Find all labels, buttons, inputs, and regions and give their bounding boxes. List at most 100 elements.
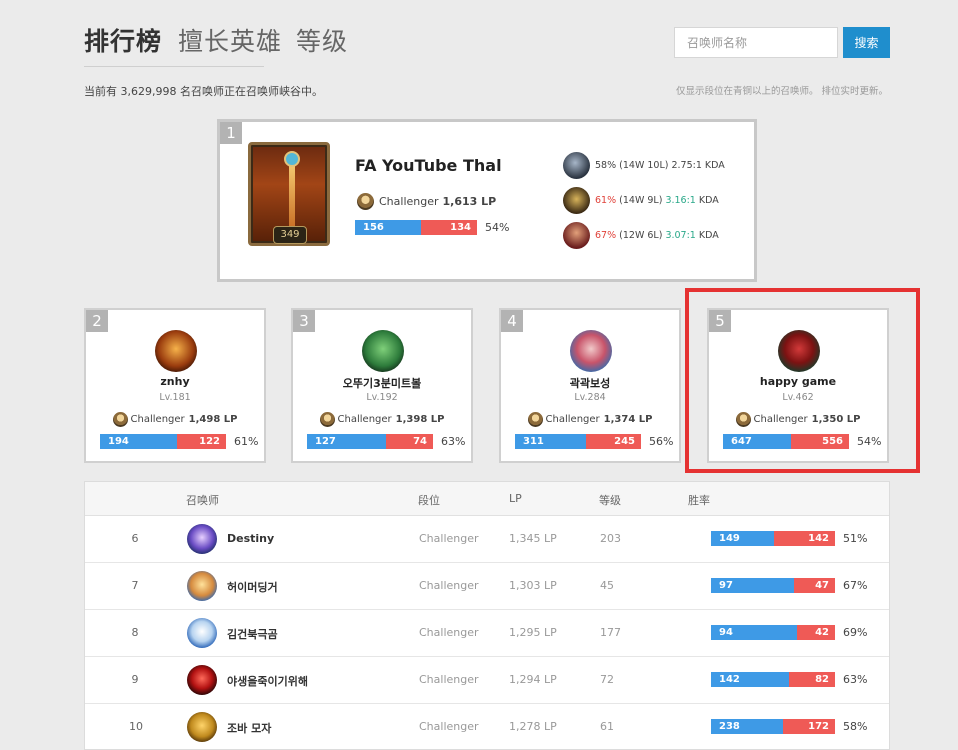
row-name[interactable]: Destiny [227, 532, 274, 545]
losses-segment: 142 [774, 531, 835, 546]
row-tier: Challenger [419, 579, 479, 592]
champion-1-record: (14W 10L) [619, 160, 669, 171]
gem-icon [284, 151, 300, 167]
row-rank: 8 [131, 626, 139, 639]
champion-stat-1[interactable]: 58% (14W 10L) 2.75:1 KDA [563, 152, 725, 179]
losses-segment: 245 [586, 434, 641, 449]
row-level: 72 [600, 673, 614, 686]
header-divider [84, 66, 264, 67]
row-tier: Challenger [419, 532, 479, 545]
level-badge: 349 [273, 226, 307, 244]
row-name[interactable]: 허이머딩거 [227, 579, 278, 595]
ranking-table: 召唤师 段位 LP 等级 胜率 6 Destiny Challenger 1,3… [84, 481, 890, 750]
tier-label: Challenger [545, 414, 600, 425]
player-level: Lv.284 [574, 392, 606, 403]
avatar [570, 330, 612, 372]
champion-2-kda: 3.16:1 [665, 195, 696, 206]
row-lp: 1,294 LP [509, 673, 557, 686]
losses-segment: 172 [783, 719, 835, 734]
wins-segment: 194 [100, 434, 177, 449]
row-tier: Challenger [419, 626, 479, 639]
challenger-emblem-icon [319, 412, 335, 427]
wins-segment: 311 [515, 434, 586, 449]
tier-label: Challenger [379, 195, 439, 208]
row-name[interactable]: 김건북극곰 [227, 626, 278, 642]
champion-stat-2[interactable]: 61% (14W 9L) 3.16:1 KDA [563, 187, 719, 214]
wins-segment: 156 [355, 220, 421, 235]
avatar [187, 665, 217, 695]
header-level: 等级 [599, 494, 621, 507]
win-rate: 69% [843, 626, 868, 639]
losses-segment: 47 [794, 578, 835, 593]
rank-badge: 2 [86, 310, 108, 332]
tab-level[interactable]: 等级 [296, 22, 348, 58]
search-button[interactable]: 搜索 [843, 27, 890, 58]
champion-1-icon [563, 152, 590, 179]
winloss-bar: 94 42 69% [711, 625, 867, 640]
player-name[interactable]: znhy [86, 375, 264, 388]
search-input[interactable] [674, 27, 838, 58]
wins-segment: 94 [711, 625, 797, 640]
champion-2-rate: 61% [595, 195, 617, 206]
row-tier: Challenger [419, 720, 479, 733]
table-row[interactable]: 6 Destiny Challenger 1,345 LP 203 149 14… [85, 516, 889, 563]
win-rate: 67% [843, 579, 868, 592]
avatar [187, 712, 217, 742]
table-row[interactable]: 7 허이머딩거 Challenger 1,303 LP 45 97 47 67% [85, 563, 889, 610]
highlight-box [685, 288, 920, 473]
rank-badge: 4 [501, 310, 523, 332]
losses-segment: 122 [177, 434, 226, 449]
tab-ranking[interactable]: 排行榜 [84, 22, 162, 58]
top-player-name[interactable]: FA YouTube Thal [355, 156, 502, 175]
champion-2-kda-label: KDA [698, 195, 719, 206]
row-rank: 7 [131, 579, 139, 592]
avatar [155, 330, 197, 372]
champion-1-rate: 58% [595, 160, 617, 171]
champion-3-kda-label: KDA [698, 230, 719, 241]
losses-segment: 134 [421, 220, 477, 235]
rank-badge: 3 [293, 310, 315, 332]
win-rate: 63% [441, 435, 466, 448]
row-rank: 10 [129, 720, 143, 733]
table-row[interactable]: 10 조바 모자 Challenger 1,278 LP 61 238 172 … [85, 704, 889, 750]
player-name[interactable]: 오뚜기3분미트볼 [293, 375, 471, 391]
tier-lp: 1,374 LP [603, 414, 653, 425]
champion-3-kda: 3.07:1 [665, 230, 696, 241]
table-header: 召唤师 段位 LP 等级 胜率 [85, 482, 889, 516]
row-tier: Challenger [419, 673, 479, 686]
champion-stat-3[interactable]: 67% (12W 6L) 3.07:1 KDA [563, 222, 719, 249]
winloss-bar: 97 47 67% [711, 578, 867, 593]
avatar [187, 618, 217, 648]
player-card-rank-2[interactable]: 2 znhy Lv.181 Challenger 1,498 LP 194 12… [84, 308, 266, 463]
player-name[interactable]: 곽곽보성 [501, 375, 679, 391]
table-row[interactable]: 8 김건북극곰 Challenger 1,295 LP 177 94 42 69… [85, 610, 889, 657]
winloss-bar: 194 122 61% [100, 434, 258, 449]
top-player-card[interactable]: 1 349 FA YouTube Thal Challenger 1,613 L… [217, 119, 757, 282]
winloss-bar: 238 172 58% [711, 719, 867, 734]
tier-lp: 1,498 LP [188, 414, 238, 425]
row-name[interactable]: 조바 모자 [227, 720, 271, 736]
player-level: Lv.192 [366, 392, 398, 403]
tier-info: Challenger 1,613 LP [357, 193, 496, 210]
row-level: 203 [600, 532, 621, 545]
player-card-rank-3[interactable]: 3 오뚜기3분미트볼 Lv.192 Challenger 1,398 LP 12… [291, 308, 473, 463]
row-level: 61 [600, 720, 614, 733]
row-rank: 6 [131, 532, 139, 545]
tier-lp: 1,613 LP [442, 195, 497, 208]
table-row[interactable]: 9 야생을죽이기위해 Challenger 1,294 LP 72 142 82… [85, 657, 889, 704]
win-rate: 63% [843, 673, 868, 686]
player-level: Lv.181 [159, 392, 191, 403]
player-card-rank-4[interactable]: 4 곽곽보성 Lv.284 Challenger 1,374 LP 311 24… [499, 308, 681, 463]
champion-1-kda: 2.75:1 [671, 160, 702, 171]
header-summoner: 召唤师 [186, 494, 219, 507]
rank-badge: 1 [220, 122, 242, 144]
winloss-bar: 311 245 56% [515, 434, 673, 449]
row-lp: 1,345 LP [509, 532, 557, 545]
avatar [187, 571, 217, 601]
win-rate: 61% [234, 435, 259, 448]
row-name[interactable]: 야생을죽이기위해 [227, 673, 308, 689]
champion-3-record: (12W 6L) [619, 230, 663, 241]
tier-label: Challenger [337, 414, 392, 425]
tab-champions[interactable]: 擅长英雄 [178, 22, 282, 58]
challenger-emblem-icon [357, 193, 374, 210]
